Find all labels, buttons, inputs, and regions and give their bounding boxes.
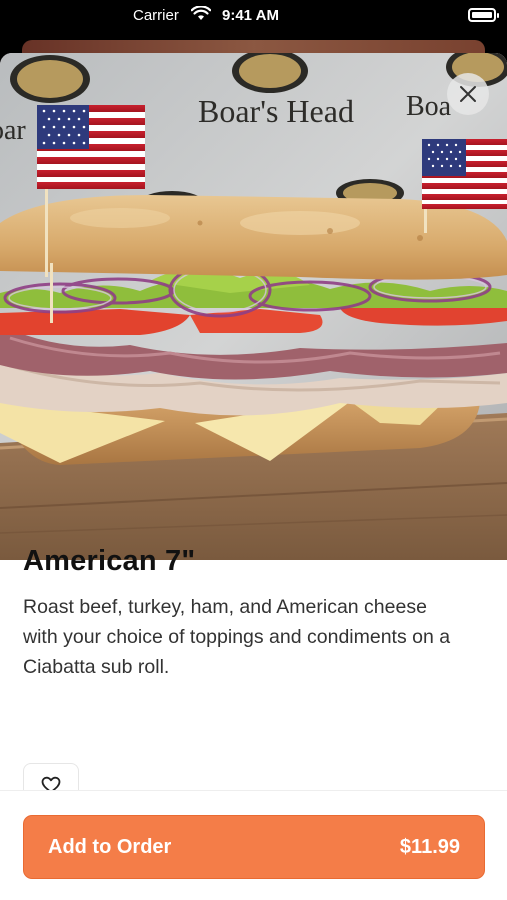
item-title: American 7" [23,545,196,577]
sign-text: Boar's Head [198,93,354,129]
add-to-order-label: Add to Order [48,835,172,858]
status-bar: Carrier 9:41 AM [0,0,507,34]
wifi-icon [191,6,211,20]
close-icon [460,86,476,102]
item-price: $11.99 [399,835,460,858]
battery-icon [468,8,499,22]
sandwich-photo: Boar's Head Boa oar [0,53,507,560]
carrier-label: Carrier [133,7,179,24]
order-footer: Add to Order $11.99 [0,790,507,900]
svg-text:Boa: Boa [406,91,452,122]
close-button[interactable] [447,73,489,115]
add-to-order-button[interactable]: Add to Order $11.99 [23,815,485,879]
svg-text:oar: oar [0,115,26,146]
status-time: 9:41 AM [222,7,279,24]
item-info: American 7" Roast beef, turkey, ham, and… [23,545,483,682]
item-description: Roast beef, turkey, ham, and American ch… [23,596,451,678]
screen: Carrier 9:41 AM Boar's Head Boa ar Ameri… [0,0,507,900]
item-detail-sheet: Boar's Head Boa oar [0,53,507,900]
